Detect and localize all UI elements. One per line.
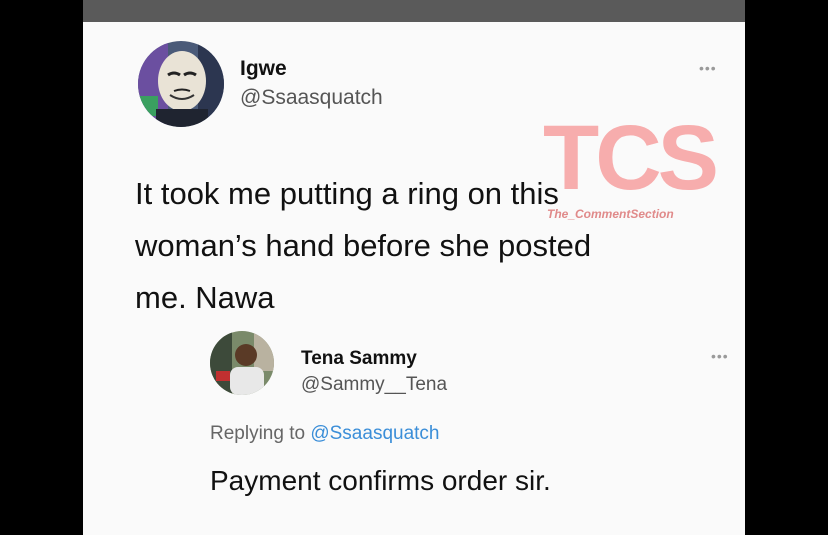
more-dots-icon[interactable]: •••: [699, 60, 717, 76]
author-avatar[interactable]: [138, 41, 224, 127]
reply-author-avatar[interactable]: [210, 331, 274, 395]
reply-author-name[interactable]: Tena Sammy: [301, 348, 417, 370]
replying-prefix: Replying to: [210, 423, 306, 444]
window-top-bar: [83, 0, 745, 22]
reply-text: Payment confirms order sir.: [210, 465, 551, 496]
watermark-subtitle: The_CommentSection: [547, 207, 674, 221]
author-handle[interactable]: @Ssaasquatch: [240, 86, 383, 110]
replying-mention-link[interactable]: @Ssaasquatch: [310, 423, 439, 444]
tweet-card: Igwe @Ssaasquatch ••• It took me putting…: [83, 22, 745, 535]
author-name[interactable]: Igwe: [240, 57, 287, 81]
more-dots-icon[interactable]: •••: [711, 348, 729, 364]
replying-to-line: Replying to @Ssaasquatch: [210, 423, 439, 445]
reply-author-handle[interactable]: @Sammy__Tena: [301, 374, 447, 396]
watermark-logo: TCS: [543, 107, 719, 209]
